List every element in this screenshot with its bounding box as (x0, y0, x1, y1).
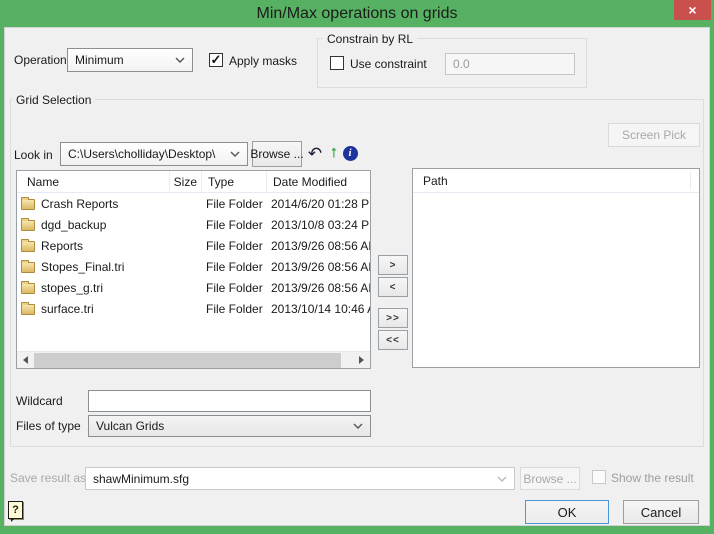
file-list-header: Name Size Type Date Modified (17, 171, 370, 193)
file-modified: 2013/9/26 08:56 AM (265, 260, 370, 274)
browse-folder-label: Browse ... (250, 147, 303, 161)
scroll-right-arrow[interactable] (353, 352, 370, 368)
horizontal-scrollbar[interactable] (17, 351, 370, 368)
file-type: File Folder (200, 239, 265, 253)
file-modified: 2014/6/20 01:28 PM (265, 197, 370, 211)
column-header-path[interactable]: Path (423, 174, 448, 188)
file-name: Stopes_Final.tri (41, 260, 168, 274)
remove-all-button[interactable]: << (378, 330, 408, 350)
apply-masks-label: Apply masks (229, 54, 297, 68)
show-result-label: Show the result (611, 471, 694, 485)
chevron-down-icon (175, 57, 185, 63)
show-result-checkbox[interactable] (592, 470, 606, 484)
scroll-left-arrow[interactable] (17, 352, 34, 368)
look-in-label: Look in (14, 148, 53, 162)
path-list-header: Path (413, 169, 699, 193)
selected-paths-list[interactable]: Path (412, 168, 700, 368)
folder-icon (21, 304, 35, 315)
file-modified: 2013/10/8 03:24 PM (265, 218, 370, 232)
save-result-value: shawMinimum.sfg (86, 472, 497, 486)
file-name: Crash Reports (41, 197, 168, 211)
check-icon: ✓ (211, 53, 222, 66)
browse-save-label: Browse ... (523, 472, 576, 486)
column-header-size[interactable]: Size (170, 171, 202, 192)
file-row[interactable]: surface.tri File Folder 2013/10/14 10:46… (17, 298, 370, 319)
constraint-value: 0.0 (453, 57, 470, 71)
file-row[interactable]: Crash Reports File Folder 2014/6/20 01:2… (17, 193, 370, 214)
ok-button[interactable]: OK (525, 500, 609, 524)
constrain-group-label: Constrain by RL (323, 32, 417, 46)
wildcard-input[interactable] (88, 390, 371, 412)
dialog-window: Min/Max operations on grids × Operation … (0, 0, 714, 534)
folder-icon (21, 283, 35, 294)
file-list: Name Size Type Date Modified Crash Repor… (16, 170, 371, 369)
file-type: File Folder (200, 302, 265, 316)
up-directory-icon[interactable]: ↑ (326, 142, 342, 164)
column-header-name[interactable]: Name (17, 171, 170, 192)
files-of-type-value: Vulcan Grids (89, 419, 353, 433)
file-row[interactable]: stopes_g.tri File Folder 2013/9/26 08:56… (17, 277, 370, 298)
chevron-down-icon (353, 423, 363, 429)
file-row[interactable]: Reports File Folder 2013/9/26 08:56 AM (17, 235, 370, 256)
undo-icon[interactable]: ↶ (306, 142, 324, 164)
add-button[interactable]: > (378, 255, 408, 275)
screen-pick-button[interactable]: Screen Pick (608, 123, 700, 147)
use-constraint-checkbox[interactable] (330, 56, 344, 70)
chevron-down-icon (230, 151, 240, 157)
file-type: File Folder (200, 218, 265, 232)
file-name: Reports (41, 239, 168, 253)
operation-value: Minimum (68, 53, 175, 67)
look-in-path: C:\Users\cholliday\Desktop\ (61, 147, 230, 161)
column-header-type[interactable]: Type (202, 171, 267, 192)
left-triangle-icon (23, 356, 28, 364)
scrollbar-thumb[interactable] (34, 353, 341, 368)
ok-label: OK (558, 505, 577, 520)
save-result-select[interactable]: shawMinimum.sfg (85, 467, 515, 490)
files-of-type-select[interactable]: Vulcan Grids (88, 415, 371, 437)
file-row[interactable]: dgd_backup File Folder 2013/10/8 03:24 P… (17, 214, 370, 235)
right-triangle-icon (359, 356, 364, 364)
use-constraint-label: Use constraint (350, 57, 427, 71)
look-in-select[interactable]: C:\Users\cholliday\Desktop\ (60, 142, 248, 166)
save-result-as-label: Save result as (10, 471, 86, 485)
file-name: surface.tri (41, 302, 168, 316)
remove-button[interactable]: < (378, 277, 408, 297)
grid-selection-group-label: Grid Selection (12, 93, 95, 107)
close-button[interactable]: × (674, 0, 711, 20)
browse-save-button[interactable]: Browse ... (520, 467, 580, 490)
file-modified: 2013/9/26 08:56 AM (265, 239, 370, 253)
cancel-label: Cancel (641, 505, 681, 520)
file-type: File Folder (200, 281, 265, 295)
operation-select[interactable]: Minimum (67, 48, 193, 72)
constraint-value-field[interactable]: 0.0 (445, 53, 575, 75)
file-name: dgd_backup (41, 218, 168, 232)
wildcard-label: Wildcard (16, 394, 63, 408)
file-type: File Folder (200, 197, 265, 211)
folder-icon (21, 220, 35, 231)
column-header-date-modified[interactable]: Date Modified (267, 171, 370, 192)
apply-masks-checkbox[interactable]: ✓ (209, 53, 223, 67)
chevron-down-icon (497, 476, 507, 482)
add-all-button[interactable]: >> (378, 308, 408, 328)
title-bar[interactable]: Min/Max operations on grids (0, 0, 714, 27)
file-modified: 2013/9/26 08:56 AM (265, 281, 370, 295)
folder-icon (21, 241, 35, 252)
folder-icon (21, 262, 35, 273)
dialog-title: Min/Max operations on grids (257, 5, 458, 23)
file-row[interactable]: Stopes_Final.tri File Folder 2013/9/26 0… (17, 256, 370, 277)
cancel-button[interactable]: Cancel (623, 500, 699, 524)
file-type: File Folder (200, 260, 265, 274)
screen-pick-label: Screen Pick (622, 128, 686, 142)
help-icon[interactable]: ? (8, 501, 23, 519)
file-modified: 2013/10/14 10:46 AM (265, 302, 370, 316)
info-icon[interactable]: i (342, 145, 358, 161)
browse-folder-button[interactable]: Browse ... (252, 141, 302, 167)
operation-label: Operation (14, 53, 67, 67)
files-of-type-label: Files of type (16, 419, 81, 433)
folder-icon (21, 199, 35, 210)
file-name: stopes_g.tri (41, 281, 168, 295)
close-icon: × (688, 2, 696, 18)
